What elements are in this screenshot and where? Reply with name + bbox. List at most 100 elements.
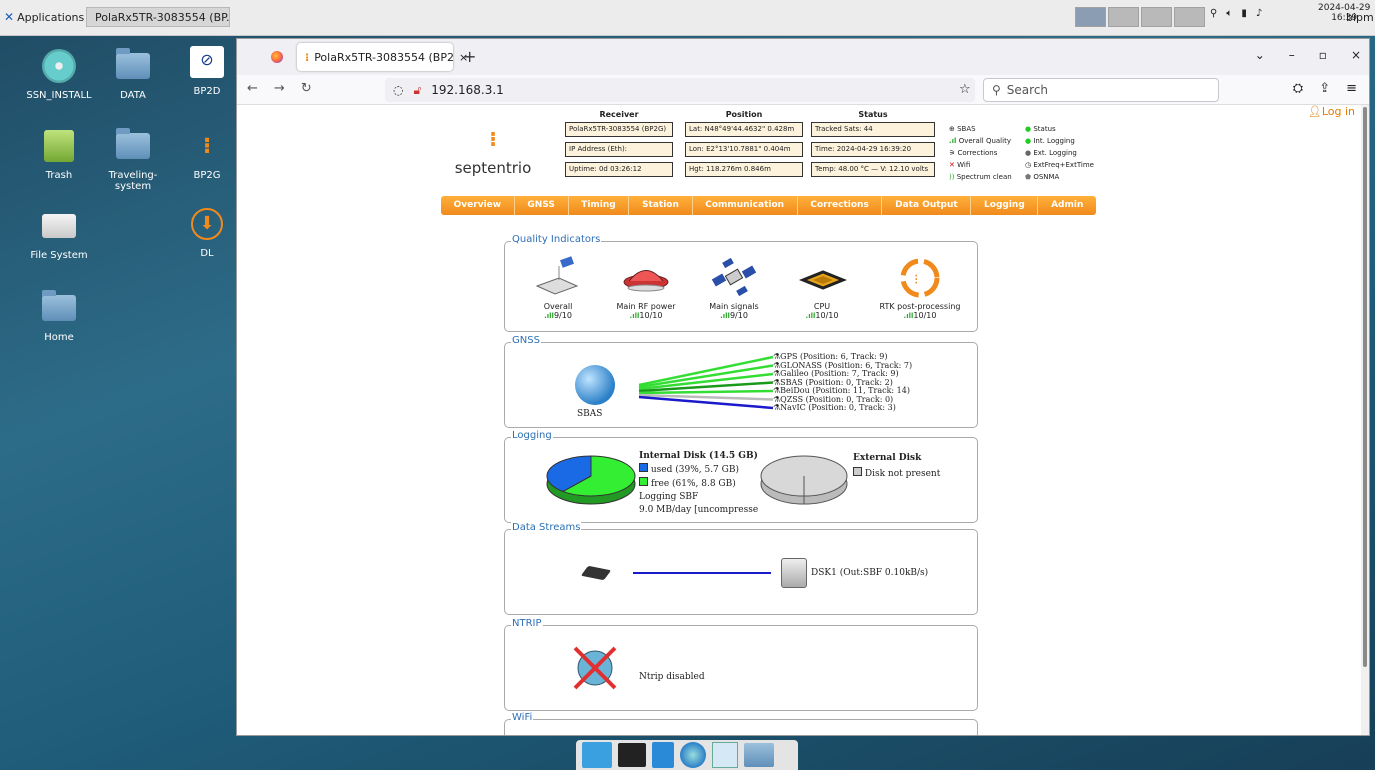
login-link[interactable]: 👤︎Log in bbox=[1308, 105, 1355, 118]
external-disk-pie[interactable] bbox=[759, 450, 849, 510]
menu-icon[interactable]: ≡ bbox=[1346, 81, 1357, 96]
quality-main-signals[interactable]: Main signals .ıll9/10 bbox=[689, 256, 779, 320]
menu-station[interactable]: Station bbox=[629, 196, 693, 215]
web-browser-icon[interactable] bbox=[680, 742, 706, 768]
applications-menu[interactable]: ✕ Applications bbox=[4, 7, 84, 27]
network-icon[interactable]: ⚲ bbox=[1210, 8, 1217, 19]
quality-bars-icon: .ıll bbox=[629, 312, 640, 320]
status-column: Status Tracked Sats: 44 Time: 2024-04-29… bbox=[811, 110, 935, 182]
desktop-icon-home[interactable]: Home bbox=[24, 290, 94, 343]
menu-corrections[interactable]: Corrections bbox=[798, 196, 883, 215]
taskbar-window-button[interactable]: PolaRx5TR-3083554 (BP... bbox=[86, 7, 230, 27]
desktop-icon-trash[interactable]: Trash bbox=[24, 128, 94, 181]
show-desktop-icon[interactable] bbox=[582, 742, 612, 768]
quality-rtk[interactable]: ⁝ RTK post-processing .ıll10/10 bbox=[865, 256, 975, 320]
menu-overview[interactable]: Overview bbox=[441, 196, 515, 215]
page-scrollbar[interactable] bbox=[1361, 105, 1369, 735]
menu-communication[interactable]: Communication bbox=[693, 196, 798, 215]
rtk-sync-icon: ⁝ bbox=[900, 258, 940, 298]
search-box[interactable]: ⚲ Search bbox=[983, 78, 1219, 102]
satellite-icon bbox=[711, 257, 757, 297]
quality-rf-power[interactable]: Main RF power .ıll10/10 bbox=[601, 256, 691, 320]
position-lon: Lon: E2°13'10.7881" 0.404m bbox=[685, 142, 803, 157]
menu-timing[interactable]: Timing bbox=[569, 196, 630, 215]
web-page: ⁝ septentrio 👤︎Log in Receiver PolaRx5TR-… bbox=[237, 105, 1363, 735]
quality-cpu[interactable]: CPU .ıll10/10 bbox=[777, 256, 867, 320]
firefox-view-icon[interactable] bbox=[271, 51, 283, 63]
volume-icon[interactable]: 🔈︎ bbox=[1226, 8, 1232, 19]
file-manager-icon[interactable] bbox=[652, 742, 674, 768]
desktop-icon-file-system[interactable]: File System bbox=[24, 208, 94, 261]
app-finder-icon[interactable] bbox=[712, 742, 738, 768]
position-heading: Position bbox=[725, 110, 763, 119]
receiver-satellite-icon bbox=[535, 256, 579, 295]
desktop-icon-bp2d[interactable]: ⊘ BP2D bbox=[172, 44, 242, 97]
reload-icon[interactable]: ↻ bbox=[301, 81, 312, 96]
legend-item: SBAS bbox=[957, 125, 976, 133]
share-icon[interactable]: ⇪ bbox=[1319, 81, 1330, 96]
folder-icon[interactable] bbox=[744, 743, 774, 767]
stream-target[interactable]: DSK1 (Out:SBF 0.10kB/s) bbox=[811, 568, 928, 578]
insecure-lock-icon[interactable]: 🔓︎ bbox=[413, 83, 421, 98]
menu-admin[interactable]: Admin bbox=[1038, 196, 1096, 215]
minimize-icon[interactable]: – bbox=[1289, 48, 1295, 62]
shield-icon[interactable]: ◌ bbox=[393, 83, 403, 97]
logging-legend: Logging bbox=[511, 430, 553, 441]
bookmark-star-icon[interactable]: ☆ bbox=[959, 82, 971, 97]
trash-icon bbox=[44, 130, 74, 162]
tab-list-icon[interactable]: ⌄ bbox=[1255, 48, 1265, 62]
desktop-icon-bp2g[interactable]: ⁝ BP2G bbox=[172, 128, 242, 182]
septentrio-logo: ⁝ septentrio bbox=[454, 127, 532, 177]
internal-disk-pie[interactable] bbox=[545, 450, 641, 510]
desktop-icon-traveling-system[interactable]: Traveling-system bbox=[98, 128, 168, 192]
internal-disk-info: Internal Disk (14.5 GB) used (39%, 5.7 G… bbox=[639, 450, 758, 517]
quality-score: 10/10 bbox=[815, 311, 839, 320]
terminal-icon[interactable] bbox=[618, 743, 646, 767]
legend-item: Wifi bbox=[957, 161, 971, 169]
scrollbar-thumb[interactable] bbox=[1363, 107, 1367, 667]
desktop-icon-ssn-install[interactable]: SSN_INSTALL bbox=[24, 48, 94, 101]
folder-icon bbox=[116, 48, 150, 79]
drive-icon bbox=[42, 214, 76, 238]
data-streams-panel: Data Streams DSK1 (Out:SBF 0.10kB/s) bbox=[504, 522, 978, 615]
constellation-list: ⚗︎GPS (Position: 6, Track: 9) ⚗︎GLONASS … bbox=[773, 352, 912, 413]
maximize-icon[interactable]: ▫ bbox=[1319, 48, 1327, 62]
stream-line bbox=[633, 572, 771, 574]
cpu-icon bbox=[798, 270, 848, 290]
notification-icon[interactable]: ♪ bbox=[1256, 8, 1262, 19]
browser-window: ⁝ PolaRx5TR-3083554 (BP2 × + ⌄ – ▫ × ← → ↻ ◌ … bbox=[236, 38, 1370, 736]
streams-legend: Data Streams bbox=[511, 522, 582, 533]
menu-data-output[interactable]: Data Output bbox=[882, 196, 972, 215]
workspace-2[interactable] bbox=[1108, 7, 1139, 27]
workspace-switcher[interactable] bbox=[1075, 7, 1205, 27]
desktop-icon-label: BP2G bbox=[193, 170, 221, 181]
forward-icon[interactable]: → bbox=[274, 81, 285, 96]
constellation-navic[interactable]: ⚗︎NavIC (Position: 0, Track: 3) bbox=[773, 403, 912, 413]
menu-gnss[interactable]: GNSS bbox=[515, 196, 569, 215]
menu-logging[interactable]: Logging bbox=[971, 196, 1039, 215]
septentrio-icon: ⁝ bbox=[202, 133, 212, 159]
desktop-icon-dl[interactable]: ⬇ DL bbox=[172, 206, 242, 259]
status-legend-right: ● Status ● Int. Logging ● Ext. Logging ◷… bbox=[1025, 123, 1094, 183]
browser-tab[interactable]: ⁝ PolaRx5TR-3083554 (BP2 × bbox=[297, 43, 468, 71]
close-window-icon[interactable]: × bbox=[1351, 48, 1361, 62]
quality-overall[interactable]: Overall .ıll9/10 bbox=[513, 256, 603, 320]
quality-icon: .ıl bbox=[949, 137, 957, 145]
extensions-icon[interactable]: ⛭ bbox=[1293, 81, 1303, 96]
workspace-3[interactable] bbox=[1141, 7, 1172, 27]
applications-label: Applications bbox=[17, 10, 85, 24]
download-icon: ⬇ bbox=[191, 208, 223, 240]
workspace-4[interactable] bbox=[1174, 7, 1205, 27]
back-icon[interactable]: ← bbox=[247, 81, 258, 96]
internal-disk-title: Internal Disk (14.5 GB) bbox=[639, 451, 758, 461]
battery-icon[interactable]: ▮ bbox=[1241, 8, 1247, 19]
corrections-icon: ⚞ bbox=[949, 149, 956, 157]
user-menu[interactable]: bipm bbox=[1346, 11, 1374, 24]
int-logging-icon: ● bbox=[1025, 137, 1032, 145]
quality-label: Main signals bbox=[709, 302, 759, 311]
desktop-icon-data[interactable]: DATA bbox=[98, 48, 168, 101]
url-bar[interactable]: ◌ 🔓︎ 192.168.3.1 bbox=[385, 78, 975, 102]
workspace-1[interactable] bbox=[1075, 7, 1106, 27]
quality-bars-icon: .ıll bbox=[903, 312, 914, 320]
new-tab-button[interactable]: + bbox=[463, 47, 476, 66]
